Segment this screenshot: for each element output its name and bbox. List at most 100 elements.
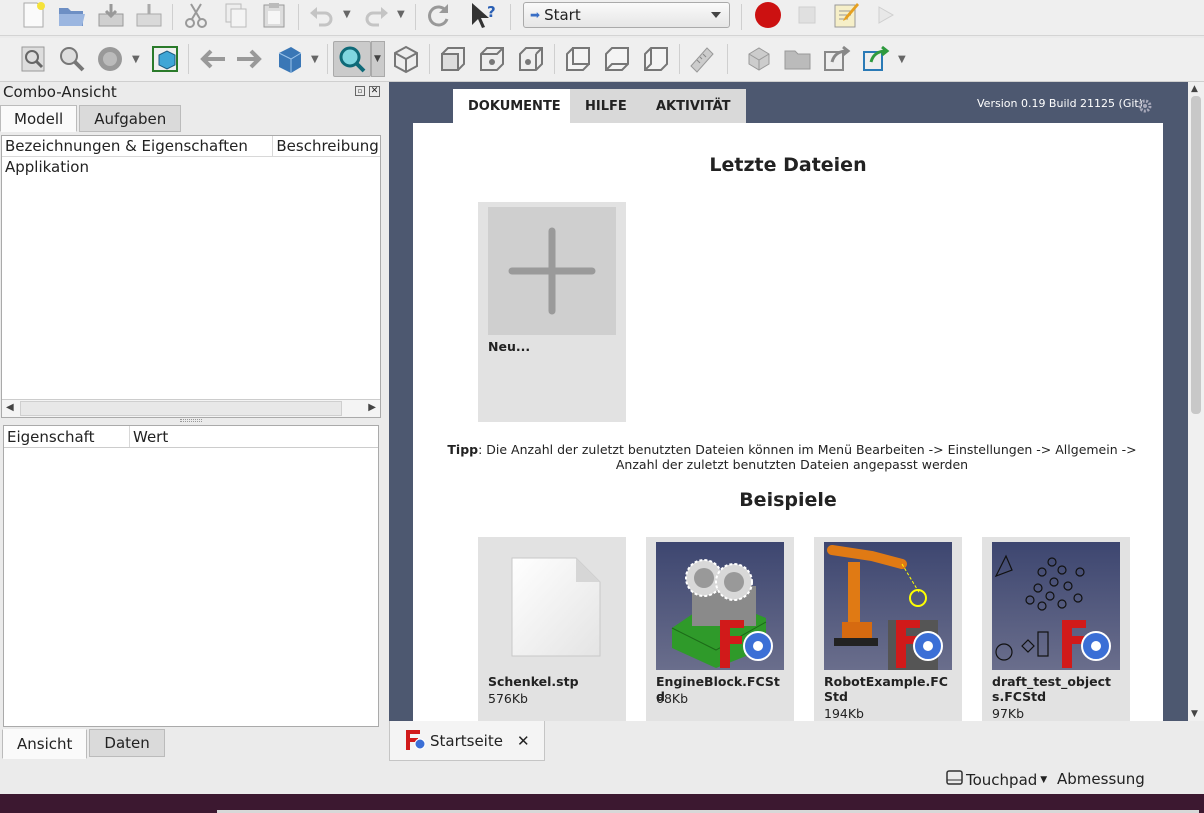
example-card[interactable]: RobotExample.FCStd 194Kb <box>814 537 962 721</box>
touchpad-icon <box>946 770 963 789</box>
main-toolbar: ▼ ▼ ? ➡ Start <box>0 0 1204 36</box>
save-icon[interactable] <box>95 0 127 30</box>
column-header-property[interactable]: Eigenschaft <box>4 426 130 447</box>
freecad-icon <box>404 728 426 754</box>
combo-tabs: Modell Aufgaben <box>0 105 183 132</box>
status-bar: Touchpad ▼ Abmessung <box>0 762 1204 794</box>
rear-view-icon[interactable] <box>562 42 594 76</box>
scroll-left-icon[interactable]: ◀ <box>6 402 14 413</box>
file-icon <box>488 542 616 670</box>
macro-record-icon[interactable] <box>752 0 784 30</box>
workbench-selected-label: Start <box>544 6 581 24</box>
tab-dokumente[interactable]: DOKUMENTE <box>453 89 576 124</box>
vertical-scrollbar[interactable]: ▲ ▼ <box>1188 82 1204 721</box>
column-header-value[interactable]: Wert <box>130 426 171 447</box>
scroll-thumb[interactable] <box>20 401 342 416</box>
model-tree: Bezeichnungen & Eigenschaften Beschreibu… <box>1 135 381 418</box>
splitter-handle[interactable] <box>180 419 202 422</box>
tab-label: Startseite <box>430 731 503 750</box>
left-view-icon[interactable] <box>640 42 672 76</box>
tip-label: Tipp <box>447 442 479 457</box>
view-toolbar: ▼ ▼ ▼ ▼ <box>0 38 1204 82</box>
copy-icon[interactable] <box>220 0 252 30</box>
tab-startseite[interactable]: Startseite ✕ <box>389 721 545 761</box>
macro-stop-icon[interactable] <box>792 0 822 30</box>
front-view-icon[interactable] <box>437 42 469 76</box>
tree-item-application[interactable]: Applikation <box>2 157 380 177</box>
link-icon[interactable] <box>821 42 853 76</box>
example-size: 97Kb <box>992 706 1025 721</box>
back-icon[interactable] <box>196 42 228 76</box>
close-icon[interactable]: ✕ <box>517 732 530 750</box>
example-name: Schenkel.stp <box>488 674 579 689</box>
start-page: DOKUMENTE HILFE AKTIVITÄT Version 0.19 B… <box>389 82 1188 721</box>
tab-label: Aufgaben <box>94 109 167 128</box>
tab-hilfe[interactable]: HILFE <box>570 89 642 123</box>
combo-view-title: Combo-Ansicht <box>3 83 117 101</box>
example-size: 194Kb <box>824 706 864 721</box>
save-as-icon[interactable] <box>133 0 165 30</box>
horizontal-scrollbar[interactable]: ◀ ▶ <box>2 399 380 417</box>
workbench-selector[interactable]: ➡ Start <box>523 2 730 28</box>
column-header-labels[interactable]: Bezeichnungen & Eigenschaften <box>2 136 274 156</box>
fit-all-icon[interactable] <box>18 42 48 76</box>
scroll-up-icon[interactable]: ▲ <box>1191 84 1198 94</box>
robot-example-thumbnail <box>824 542 952 670</box>
sync-view-dropdown[interactable]: ▼ <box>371 41 385 77</box>
tab-daten[interactable]: Daten <box>89 729 165 757</box>
tab-aufgaben[interactable]: Aufgaben <box>79 105 182 132</box>
refresh-icon[interactable] <box>423 0 453 30</box>
example-size: 68Kb <box>656 691 689 706</box>
chevron-down-icon <box>711 12 721 18</box>
whats-this-icon[interactable]: ? <box>468 0 500 30</box>
navigation-cube-icon[interactable] <box>272 42 306 76</box>
bounding-box-icon[interactable] <box>148 42 182 76</box>
group-icon[interactable] <box>782 42 814 76</box>
isometric-icon[interactable] <box>390 42 422 76</box>
example-card[interactable]: EngineBlock.FCStd 68Kb <box>646 537 794 721</box>
float-icon[interactable]: ▫ <box>355 86 365 96</box>
part-icon[interactable] <box>743 42 775 76</box>
tab-label: Ansicht <box>17 735 73 753</box>
gear-icon[interactable] <box>1137 98 1153 114</box>
forward-icon[interactable] <box>234 42 266 76</box>
scroll-right-icon[interactable]: ▶ <box>368 402 376 413</box>
tip-text: Tipp: Die Anzahl der zuletzt benutzten D… <box>437 442 1147 472</box>
tab-ansicht[interactable]: Ansicht <box>2 729 88 759</box>
documents-content: Letzte Dateien Neu... Tipp: Die Anzahl d… <box>413 123 1163 721</box>
new-document-icon[interactable] <box>18 0 48 30</box>
document-tabs: Startseite ✕ <box>389 721 1204 761</box>
measure-icon[interactable] <box>686 42 718 76</box>
tab-aktivitaet[interactable]: AKTIVITÄT <box>641 89 746 123</box>
link-actions-icon[interactable] <box>860 42 892 76</box>
sync-view-icon[interactable] <box>333 41 371 77</box>
arrow-right-icon: ➡ <box>530 8 541 22</box>
navigation-style-selector[interactable]: Touchpad ▼ <box>946 770 1047 789</box>
fit-selection-icon[interactable] <box>56 42 86 76</box>
taskbar <box>0 794 1204 813</box>
right-view-icon[interactable] <box>515 42 547 76</box>
new-file-card[interactable]: Neu... <box>478 202 626 422</box>
example-card[interactable]: draft_test_objects.FCStd 97Kb <box>982 537 1130 721</box>
scroll-down-icon[interactable]: ▼ <box>1191 709 1198 719</box>
cut-icon[interactable] <box>180 0 212 30</box>
example-card[interactable]: Schenkel.stp 576Kb <box>478 537 626 721</box>
macro-edit-icon[interactable] <box>830 0 862 30</box>
column-header-description[interactable]: Beschreibung <box>273 136 380 156</box>
example-name: draft_test_objects.FCStd <box>992 674 1112 704</box>
undo-icon[interactable] <box>306 0 336 30</box>
macro-play-icon[interactable] <box>870 0 900 30</box>
chevron-down-icon: ▼ <box>1040 774 1048 785</box>
recent-files-heading: Letzte Dateien <box>709 154 867 176</box>
open-folder-icon[interactable] <box>56 0 88 30</box>
example-size: 576Kb <box>488 691 528 706</box>
draw-style-icon[interactable] <box>94 42 126 76</box>
top-view-icon[interactable] <box>476 42 508 76</box>
bottom-view-icon[interactable] <box>601 42 633 76</box>
tab-modell[interactable]: Modell <box>0 105 78 132</box>
scroll-thumb[interactable] <box>1191 96 1201 414</box>
close-icon[interactable]: ✕ <box>369 86 380 97</box>
redo-icon[interactable] <box>362 0 392 30</box>
units-label[interactable]: Abmessung <box>1057 770 1145 788</box>
paste-icon[interactable] <box>258 0 290 30</box>
